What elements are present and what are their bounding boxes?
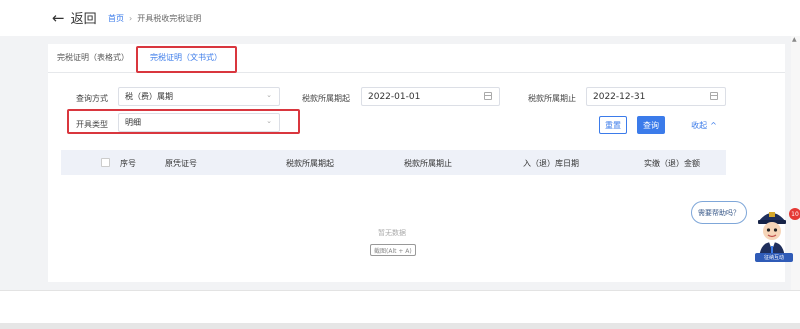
back-arrow-icon: ← xyxy=(52,8,65,27)
column-header: 税款所属期起 xyxy=(286,159,334,168)
back-button[interactable]: ← 返回 xyxy=(52,8,97,28)
query-method-label: 查询方式 xyxy=(76,94,108,103)
collapse-button[interactable]: 收起 ^ xyxy=(686,116,722,134)
select-all-checkbox[interactable] xyxy=(101,158,110,167)
screenshot-tooltip: 截图(Alt + A) xyxy=(370,244,416,256)
period-start-value: 2022-01-01 xyxy=(368,91,421,102)
calendar-icon xyxy=(484,92,492,100)
chevron-down-icon: ⌄ xyxy=(266,91,272,99)
empty-state-text: 暂无数据 xyxy=(378,229,406,237)
top-bar: ← 返回 首页 › 开具税收完税证明 xyxy=(0,0,800,36)
column-header: 税款所属期止 xyxy=(404,159,452,168)
column-header: 实缴（退）金额 xyxy=(644,159,700,168)
breadcrumb-current: 开具税收完税证明 xyxy=(137,14,202,23)
main-card: 完税证明（表格式） 完税证明（文书式） 查询方式 税（费）属期 ⌄ 税款所属期起… xyxy=(48,44,785,282)
period-start-date-picker[interactable]: 2022-01-01 xyxy=(361,87,500,106)
period-end-date-picker[interactable]: 2022-12-31 xyxy=(586,87,726,106)
back-label: 返回 xyxy=(70,12,97,27)
help-bubble[interactable]: 需要帮助吗？ xyxy=(691,201,747,224)
period-end-value: 2022-12-31 xyxy=(593,91,646,102)
breadcrumb-home[interactable]: 首页 xyxy=(108,13,124,24)
query-method-value: 税（费）属期 xyxy=(125,92,173,101)
period-end-label: 税款所属期止 xyxy=(528,94,576,103)
tab-highlight-box xyxy=(136,46,237,73)
query-method-select[interactable]: 税（费）属期 ⌄ xyxy=(118,87,280,106)
scroll-up-icon[interactable]: ▲ xyxy=(792,36,797,43)
bottom-edge xyxy=(0,323,800,329)
issue-type-highlight-box xyxy=(67,109,300,134)
tab-bar: 完税证明（表格式） 完税证明（文书式） xyxy=(48,44,785,73)
breadcrumb: 首页 › 开具税收完税证明 xyxy=(108,13,201,24)
calendar-icon xyxy=(710,92,718,100)
reset-button[interactable]: 重置 xyxy=(599,116,627,134)
column-header: 入（退）库日期 xyxy=(523,159,579,168)
column-header: 原凭证号 xyxy=(165,159,197,168)
notification-badge: 10 xyxy=(789,208,800,220)
chevron-up-icon: ^ xyxy=(710,120,717,130)
collapse-label: 收起 xyxy=(691,120,708,130)
tab-table-format[interactable]: 完税证明（表格式） xyxy=(57,52,129,63)
assistant-label: 征纳互动 xyxy=(755,253,793,262)
period-start-label: 税款所属期起 xyxy=(302,94,350,103)
query-button[interactable]: 查询 xyxy=(637,116,665,134)
table-header: 序号 原凭证号 税款所属期起 税款所属期止 入（退）库日期 实缴（退）金额 xyxy=(61,150,726,175)
chevron-right-icon: › xyxy=(129,14,133,23)
column-header: 序号 xyxy=(120,159,136,168)
